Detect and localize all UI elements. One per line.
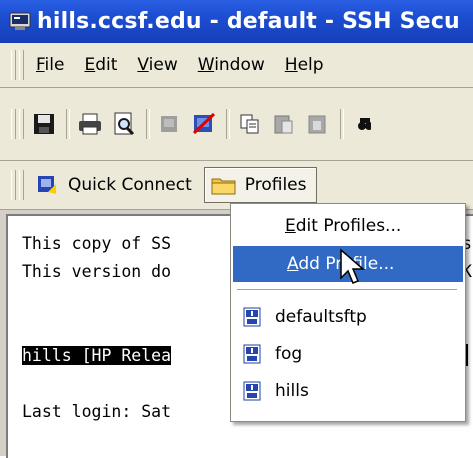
menubar-grip-2	[19, 50, 24, 80]
print-preview-icon[interactable]	[110, 110, 138, 138]
profile-label: defaultsftp	[275, 307, 367, 327]
profiles-label: Profiles	[244, 175, 307, 195]
toolbar-separator	[226, 109, 230, 139]
profile-label: fog	[275, 344, 303, 364]
save-icon[interactable]	[30, 110, 58, 138]
terminal-line: Last login: Sat	[22, 402, 172, 421]
toolbar-grip[interactable]	[11, 109, 16, 139]
print-icon[interactable]	[76, 110, 104, 138]
copy-icon[interactable]	[236, 110, 264, 138]
terminal-line: This copy of SS	[22, 234, 172, 253]
quick-connect-label: Quick Connect	[68, 175, 192, 195]
paste-icon[interactable]	[270, 110, 298, 138]
menu-item-profile[interactable]: defaultsftp	[231, 299, 465, 335]
quick-connect-icon	[36, 174, 58, 196]
profile-icon	[243, 381, 261, 401]
menu-bar: File Edit View Window Help	[0, 43, 473, 88]
quick-connect-button[interactable]: Quick Connect	[36, 174, 192, 196]
connectbar-grip-2	[19, 170, 24, 200]
profile-icon	[243, 344, 261, 364]
toolbar-separator	[66, 109, 70, 139]
profile-icon	[243, 307, 261, 327]
title-bar[interactable]: hills.ccsf.edu - default - SSH Secu	[0, 0, 473, 43]
menu-separator	[237, 289, 457, 291]
menubar-grip[interactable]	[11, 50, 16, 80]
mouse-pointer-icon	[338, 248, 368, 288]
toolbar-grip-2	[19, 109, 24, 139]
terminal-line: hills [HP Relea	[22, 346, 172, 365]
toolbar-separator	[146, 109, 150, 139]
ssh-app-icon	[9, 12, 31, 32]
menu-help[interactable]: Help	[285, 55, 324, 75]
toolbar	[0, 88, 473, 161]
folder-icon	[211, 175, 237, 195]
paste-disabled-icon	[304, 110, 332, 138]
toolbar-separator	[340, 109, 344, 139]
profile-label: hills	[275, 381, 309, 401]
profiles-dropdown-menu: Edit Profiles... Add Profile... defaults…	[230, 203, 466, 422]
terminal-line: This version do	[22, 262, 172, 281]
profiles-button[interactable]: Profiles	[203, 167, 318, 203]
find-icon[interactable]	[350, 110, 378, 138]
menu-view[interactable]: View	[137, 55, 177, 75]
connectbar-grip[interactable]	[11, 170, 16, 200]
menu-item-edit-profiles[interactable]: Edit Profiles...	[231, 208, 465, 244]
menu-window[interactable]: Window	[198, 55, 265, 75]
window-title: hills.ccsf.edu - default - SSH Secu	[37, 9, 460, 34]
menu-file[interactable]: File	[36, 55, 64, 75]
edit-profiles-label: Edit Profiles...	[285, 216, 402, 236]
menu-edit[interactable]: Edit	[84, 55, 117, 75]
ssh-client-window: hills.ccsf.edu - default - SSH Secu File…	[0, 0, 473, 458]
disconnect-icon[interactable]	[190, 110, 218, 138]
disabled-connect-icon	[156, 110, 184, 138]
menu-item-profile[interactable]: hills	[231, 373, 465, 409]
menu-item-profile[interactable]: fog	[231, 336, 465, 372]
